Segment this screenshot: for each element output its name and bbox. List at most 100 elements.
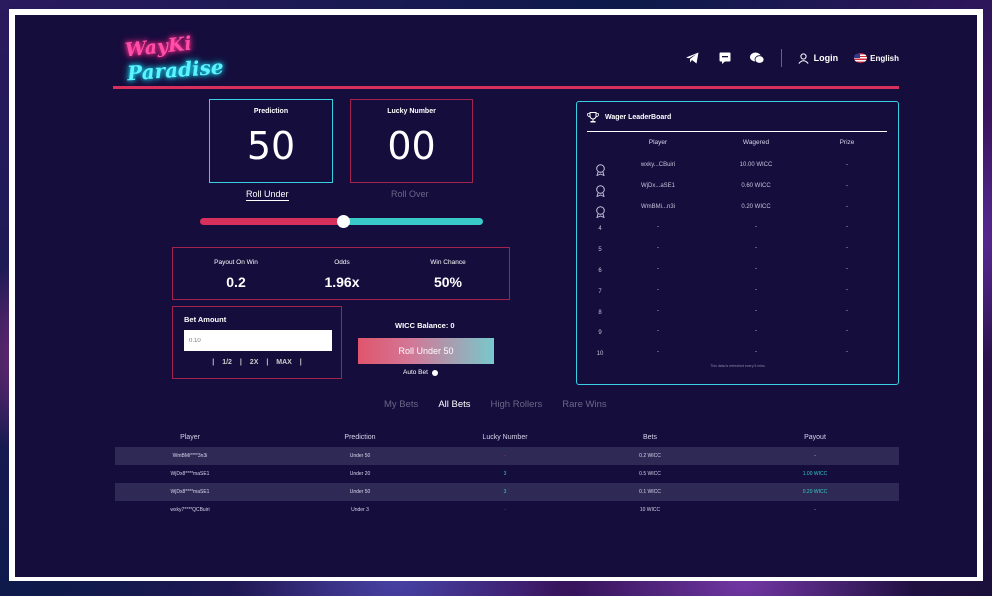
leaderboard-row: 9 - - -	[577, 328, 898, 348]
header-divider-line	[113, 86, 899, 89]
chat-box-icon[interactable]	[717, 50, 733, 66]
divider: |	[212, 359, 215, 366]
auto-bet-switch[interactable]	[431, 369, 438, 376]
divider: |	[266, 359, 269, 366]
leaderboard-row: 6 - - -	[577, 266, 898, 286]
lb-player: -	[657, 328, 659, 335]
lb-prize: -	[846, 203, 848, 210]
logo[interactable]: WayKi Paradise	[123, 33, 224, 86]
login-button[interactable]: Login	[798, 52, 838, 64]
header-actions: Login English	[685, 47, 899, 69]
lb-col-wagered: Wagered	[742, 139, 770, 146]
lb-wagered: 0.60 WICC	[741, 182, 771, 189]
cell-bet: 0.5 WICC	[639, 471, 661, 477]
bet-quick-buttons: | 1/2 | 2X | MAX |	[173, 359, 341, 366]
cell-player: WmBMi****3n3i	[172, 453, 208, 459]
cell-payout: 1.00 WICC	[802, 471, 828, 477]
lucky-number-value: 00	[387, 124, 436, 168]
prediction-box: Prediction 50	[209, 99, 333, 183]
lb-player: -	[657, 245, 659, 252]
bets-table: Player Prediction Lucky Number Bets Payo…	[115, 427, 899, 519]
medal-icon	[593, 164, 607, 178]
leaderboard-header: Player Wagered Prize	[577, 139, 898, 159]
lb-wagered: 0.20 WICC	[741, 203, 771, 210]
roll-button[interactable]: Roll Under 50	[358, 338, 494, 364]
leaderboard-row: 8 - - -	[577, 308, 898, 328]
col-payout: Payout	[804, 433, 826, 441]
medal-icon	[593, 205, 607, 220]
odds-value: 1.96x	[324, 274, 360, 290]
app-page: WayKi Paradise Login English Prediction …	[15, 15, 977, 577]
lb-player: wxky...CBuiri	[640, 162, 676, 168]
cell-player: WjDx8****maSE1	[170, 471, 210, 477]
cell-bet: 10 WICC	[639, 507, 661, 513]
leaderboard-footnote: This data is refreshed every 5 mins	[710, 364, 765, 368]
cell-prediction: Under 20	[349, 471, 371, 477]
lb-rank: 6	[598, 268, 602, 274]
cell-lucky: 3	[503, 471, 507, 477]
auto-bet-toggle[interactable]: Auto Bet	[403, 369, 438, 376]
cell-lucky: -	[504, 453, 506, 459]
table-row: WjDx8****maSE1 Under 20 3 0.5 WICC 1.00 WICC	[115, 465, 899, 483]
lb-col-player: Player	[648, 139, 668, 146]
tab-my-bets[interactable]: My Bets	[384, 399, 418, 410]
bet-amount-panel: Bet Amount | 1/2 | 2X | MAX |	[172, 306, 342, 379]
cell-prediction: Under 3	[351, 507, 369, 513]
lb-player: WjDx...aSE1	[640, 182, 675, 189]
table-row: wxky7****QCBuiri Under 3 - 10 WICC -	[115, 501, 899, 519]
cell-prediction: Under 50	[349, 489, 371, 495]
stats-panel: Payout On Win 0.2 Odds 1.96x Win Chance …	[172, 247, 510, 300]
lb-rank: 4	[598, 226, 602, 233]
telegram-icon[interactable]	[685, 50, 701, 66]
lb-col-prize: Prize	[839, 139, 855, 146]
cell-player: WjDx8****maSE1	[170, 489, 210, 495]
wager-leaderboard: Wager LeaderBoard Player Wagered Prize w…	[576, 101, 899, 385]
lb-rank: 10	[596, 351, 604, 358]
cell-payout: -	[814, 453, 816, 459]
slider-handle[interactable]	[337, 215, 350, 228]
language-selector[interactable]: English	[854, 53, 899, 63]
lb-player: -	[657, 349, 659, 356]
auto-bet-label: Auto Bet	[403, 369, 428, 376]
lb-rank: 7	[598, 288, 602, 295]
odds-label: Odds	[334, 259, 350, 266]
lb-prize: -	[846, 182, 848, 189]
lb-player: WmBMi...n3i	[640, 203, 675, 210]
prediction-value: 50	[246, 124, 296, 168]
leaderboard-title: Wager LeaderBoard	[587, 112, 671, 123]
max-bet-button[interactable]: MAX	[276, 359, 292, 366]
lb-wagered: -	[755, 286, 757, 293]
lb-prize: -	[846, 307, 848, 314]
bet-amount-input[interactable]	[184, 330, 332, 351]
cell-bet: 0.2 WICC	[639, 453, 661, 459]
tab-all-bets[interactable]: All Bets	[438, 399, 470, 410]
half-bet-button[interactable]: 1/2	[222, 359, 232, 366]
lb-prize: -	[846, 349, 848, 356]
win-chance-label: Win Chance	[430, 259, 466, 266]
roll-over-tab[interactable]: Roll Over	[391, 189, 429, 199]
divider: |	[239, 359, 242, 366]
lb-wagered: -	[755, 224, 757, 231]
wechat-icon[interactable]	[749, 50, 765, 66]
payout-value: 0.2	[226, 274, 246, 290]
tab-rare-wins[interactable]: Rare Wins	[562, 399, 606, 410]
col-lucky-number: Lucky Number	[482, 433, 528, 441]
cell-player: wxky7****QCBuiri	[170, 507, 210, 513]
roll-under-tab[interactable]: Roll Under	[246, 189, 289, 201]
lb-player: -	[657, 286, 659, 293]
lb-prize: -	[846, 286, 848, 293]
double-bet-button[interactable]: 2X	[250, 359, 259, 366]
table-row: WmBMi****3n3i Under 50 - 0.2 WICC -	[115, 447, 899, 465]
user-icon	[798, 52, 809, 64]
tab-high-rollers[interactable]: High Rollers	[491, 399, 543, 410]
prediction-label: Prediction	[253, 108, 289, 115]
bet-tabs: My Bets All Bets High Rollers Rare Wins	[384, 399, 607, 410]
lb-prize: -	[846, 162, 848, 168]
lb-wagered: 10.00 WICC	[739, 162, 773, 168]
cell-prediction: Under 50	[349, 453, 371, 459]
medal-icon	[593, 184, 607, 199]
lb-wagered: -	[755, 307, 757, 314]
lb-wagered: -	[755, 245, 757, 252]
col-bets: Bets	[642, 433, 657, 441]
col-player: Player	[180, 433, 200, 441]
